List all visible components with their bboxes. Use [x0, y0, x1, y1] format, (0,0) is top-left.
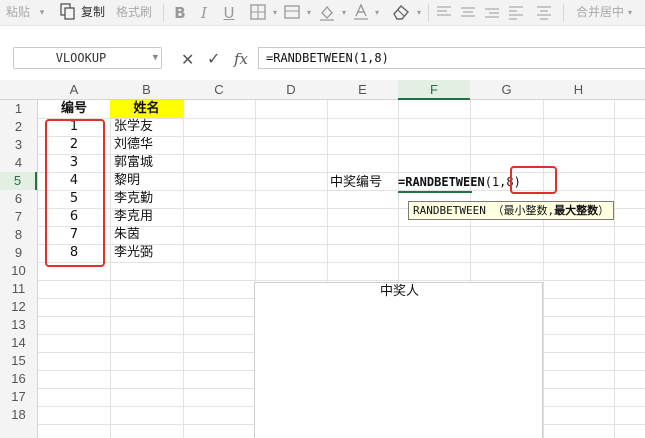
formula-input[interactable]: =RANDBETWEEN(1,8): [258, 47, 645, 69]
row-header[interactable]: 4: [0, 154, 37, 172]
column-header-c[interactable]: C: [183, 80, 255, 100]
row-header[interactable]: 16: [0, 370, 37, 388]
copy-button[interactable]: 复制: [81, 0, 105, 26]
separator: [563, 4, 564, 22]
row-header[interactable]: 12: [0, 298, 37, 316]
cell-name[interactable]: 李克勤: [114, 190, 153, 208]
cell-style-dropdown-icon[interactable]: ▾: [304, 3, 314, 23]
column-header-h[interactable]: H: [543, 80, 614, 100]
cell-name[interactable]: 黎明: [114, 172, 140, 190]
active-cell-border: [398, 191, 472, 193]
row-header[interactable]: 18: [0, 406, 37, 424]
column-header-b[interactable]: B: [110, 80, 183, 100]
chevron-down-icon[interactable]: ▼: [153, 48, 158, 68]
row-header[interactable]: 1: [0, 100, 37, 118]
eraser-icon[interactable]: [391, 3, 413, 23]
paste-button[interactable]: 粘贴: [6, 0, 30, 26]
fill-color-icon[interactable]: [318, 3, 338, 23]
row-header[interactable]: 13: [0, 316, 37, 334]
underline-icon[interactable]: U: [221, 3, 237, 23]
tooltip-arg1: （最小整数,: [492, 204, 555, 217]
winner-id-label[interactable]: 中奖编号: [330, 174, 382, 192]
borders-icon[interactable]: [249, 3, 269, 23]
column-header-bar: A B C D E F G H: [0, 80, 645, 100]
spreadsheet-window: 粘贴 ▾ 复制 格式刷 B I U ▾ ▾ ▾ ▾ ▾ 合并居中 ▾ VLOOK…: [0, 0, 645, 438]
row-header-bar: 1 2 3 4 5 6 7 8 9 10 11 12 13 14 15 16 1…: [0, 100, 38, 438]
cell-name[interactable]: 李克用: [114, 208, 153, 226]
copy-icon[interactable]: [60, 3, 78, 23]
separator: [163, 4, 164, 22]
args-highlight: [510, 166, 557, 194]
paste-dropdown-icon[interactable]: ▾: [36, 3, 48, 23]
eraser-dropdown-icon[interactable]: ▾: [414, 3, 424, 23]
cell-name[interactable]: 朱茵: [114, 226, 140, 244]
gridline: [0, 280, 645, 281]
column-header-g[interactable]: G: [470, 80, 543, 100]
gridline: [110, 80, 111, 438]
column-header-d[interactable]: D: [255, 80, 327, 100]
gridline: [614, 80, 615, 438]
accept-icon[interactable]: ✓: [207, 49, 220, 68]
select-all-corner[interactable]: [0, 80, 38, 100]
column-header-a[interactable]: A: [38, 80, 110, 100]
winner-merged-cell[interactable]: 中奖人: [254, 282, 543, 438]
bold-icon[interactable]: B: [172, 3, 188, 23]
align-left-icon[interactable]: [508, 3, 524, 23]
cell-style-icon[interactable]: [283, 3, 303, 23]
row-header[interactable]: 7: [0, 208, 37, 226]
name-box[interactable]: VLOOKUP ▼: [13, 47, 162, 69]
winner-label: 中奖人: [379, 284, 419, 299]
id-column-highlight: [45, 119, 105, 267]
align-bottom-icon[interactable]: [484, 3, 500, 23]
font-color-dropdown-icon[interactable]: ▾: [372, 3, 382, 23]
format-painter-button[interactable]: 格式刷: [116, 0, 152, 26]
gridline: [183, 80, 184, 438]
row-header[interactable]: 15: [0, 352, 37, 370]
gridline: [543, 80, 544, 438]
align-center-icon[interactable]: [536, 3, 552, 23]
column-header-f[interactable]: F: [398, 80, 470, 100]
cell-b1-name-header[interactable]: 姓名: [110, 100, 183, 118]
row-header[interactable]: 5: [0, 172, 37, 190]
align-middle-icon[interactable]: [460, 3, 476, 23]
row-header[interactable]: 6: [0, 190, 37, 208]
tooltip-function: RANDBETWEEN: [413, 204, 486, 217]
fill-color-dropdown-icon[interactable]: ▾: [339, 3, 349, 23]
row-header[interactable]: 10: [0, 262, 37, 280]
cell-name[interactable]: 张学友: [114, 118, 153, 136]
italic-icon[interactable]: I: [197, 3, 211, 23]
row-header[interactable]: 3: [0, 136, 37, 154]
font-color-icon[interactable]: [353, 3, 371, 23]
active-cell-f5[interactable]: =RANDBETWEEN(1,8): [398, 173, 521, 193]
cell-name[interactable]: 李光弼: [114, 244, 153, 262]
row-header[interactable]: 14: [0, 334, 37, 352]
merge-dropdown-icon[interactable]: ▾: [625, 3, 635, 23]
cell-a1-id-header[interactable]: 编号: [38, 100, 110, 118]
function-tooltip: RANDBETWEEN （最小整数,最大整数）: [408, 201, 615, 220]
borders-dropdown-icon[interactable]: ▾: [270, 3, 280, 23]
insert-function-icon[interactable]: fx: [234, 50, 248, 68]
separator: [428, 4, 429, 22]
row-header[interactable]: 9: [0, 244, 37, 262]
tooltip-close: ）: [598, 204, 610, 217]
align-top-icon[interactable]: [436, 3, 452, 23]
name-box-value: VLOOKUP: [55, 51, 107, 65]
cell-name[interactable]: 刘德华: [114, 136, 153, 154]
column-header-e[interactable]: E: [327, 80, 398, 100]
row-header[interactable]: 2: [0, 118, 37, 136]
row-header[interactable]: 8: [0, 226, 37, 244]
row-header[interactable]: 17: [0, 388, 37, 406]
cancel-icon[interactable]: ✕: [181, 50, 194, 69]
ribbon-toolbar: 粘贴 ▾ 复制 格式刷 B I U ▾ ▾ ▾ ▾ ▾ 合并居中 ▾: [0, 0, 645, 26]
tooltip-arg2: 最大整数: [554, 204, 599, 217]
edit-function-name: =RANDBETWEEN: [398, 175, 485, 189]
merge-center-button[interactable]: 合并居中: [576, 0, 624, 26]
row-header[interactable]: 11: [0, 280, 37, 298]
cell-name[interactable]: 郭富城: [114, 154, 153, 172]
